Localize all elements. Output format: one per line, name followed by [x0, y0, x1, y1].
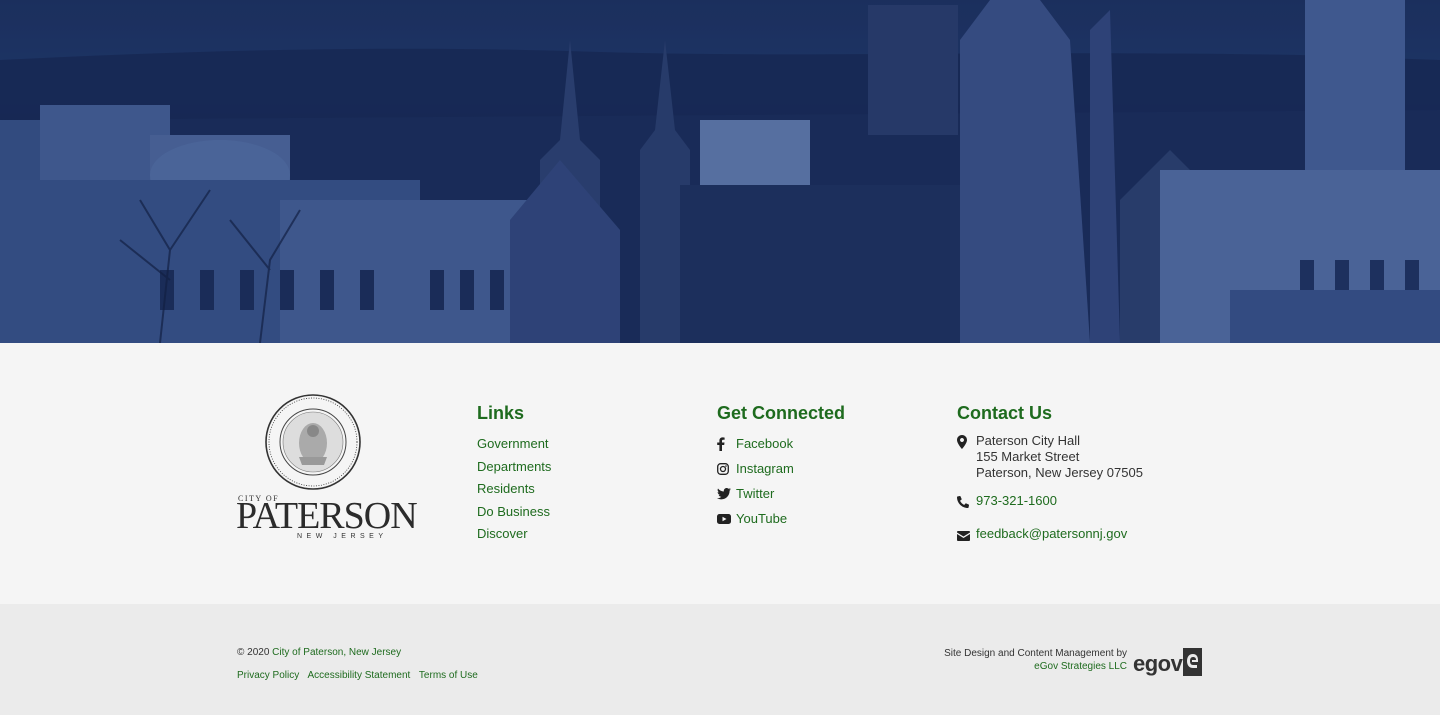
egov-logo[interactable]: egov	[1133, 648, 1203, 676]
address-line-1: Paterson City Hall	[976, 433, 1081, 448]
twitter-link[interactable]: Twitter	[736, 486, 774, 501]
social-column: Get Connected Facebook Instagram Twitter	[717, 403, 845, 533]
youtube-icon	[717, 513, 736, 524]
credit-line: Site Design and Content Management by	[944, 648, 1127, 659]
egov-logo-text: egov	[1133, 651, 1183, 676]
contact-column: Contact Us Paterson City Hall 155 Market…	[957, 403, 1143, 546]
social-heading: Get Connected	[717, 403, 846, 423]
site-credit: Site Design and Content Management by eG…	[944, 647, 1127, 673]
logo-new-jersey: NEW JERSEY	[297, 533, 388, 540]
contact-phone[interactable]: 973-321-1600	[957, 493, 1143, 513]
logo-paterson: PATERSON	[236, 495, 418, 537]
address-line-2: 155 Market Street	[976, 449, 1080, 464]
links-column: Links Government Departments Residents D…	[477, 403, 551, 546]
link-government[interactable]: Government	[477, 433, 551, 456]
envelope-icon	[957, 526, 976, 546]
instagram-link[interactable]: Instagram	[736, 461, 794, 476]
footer-bottom-bar: © 2020 City of Paterson, New Jersey Priv…	[0, 604, 1440, 715]
city-seal-icon	[265, 394, 361, 490]
footer-main: CITY OF PATERSON NEW JERSEY Links Govern…	[0, 343, 1440, 604]
links-heading: Links	[477, 403, 525, 423]
copyright: © 2020 City of Paterson, New Jersey	[237, 647, 401, 658]
phone-icon	[957, 493, 976, 513]
hero-skyline-image	[0, 0, 1440, 343]
contact-email[interactable]: feedback@patersonnj.gov	[957, 526, 1143, 546]
egov-strategies-link[interactable]: eGov Strategies LLC	[1034, 661, 1127, 672]
address-line-3: Paterson, New Jersey 07505	[976, 465, 1143, 480]
phone-link[interactable]: 973-321-1600	[976, 493, 1057, 508]
egov-mark-icon	[1183, 648, 1203, 676]
email-link[interactable]: feedback@patersonnj.gov	[976, 526, 1127, 541]
contact-address: Paterson City Hall 155 Market Street Pat…	[957, 433, 1143, 481]
legal-links: Privacy Policy Accessibility Statement T…	[237, 670, 484, 681]
city-logo[interactable]: CITY OF PATERSON NEW JERSEY	[236, 393, 418, 543]
accessibility-statement-link[interactable]: Accessibility Statement	[307, 670, 410, 681]
terms-of-use-link[interactable]: Terms of Use	[419, 670, 478, 681]
social-youtube[interactable]: YouTube	[717, 504, 845, 533]
link-departments[interactable]: Departments	[477, 456, 551, 479]
map-marker-icon	[957, 433, 976, 454]
link-do-business[interactable]: Do Business	[477, 501, 551, 524]
youtube-link[interactable]: YouTube	[736, 511, 787, 526]
facebook-icon	[717, 436, 736, 451]
copyright-prefix: © 2020	[237, 647, 273, 658]
link-residents[interactable]: Residents	[477, 478, 551, 501]
privacy-policy-link[interactable]: Privacy Policy	[237, 670, 299, 681]
facebook-link[interactable]: Facebook	[736, 436, 793, 451]
link-discover[interactable]: Discover	[477, 523, 551, 546]
twitter-icon	[717, 487, 736, 500]
instagram-icon	[717, 462, 736, 475]
contact-heading: Contact Us	[957, 403, 1053, 423]
copyright-link[interactable]: City of Paterson, New Jersey	[272, 647, 401, 658]
